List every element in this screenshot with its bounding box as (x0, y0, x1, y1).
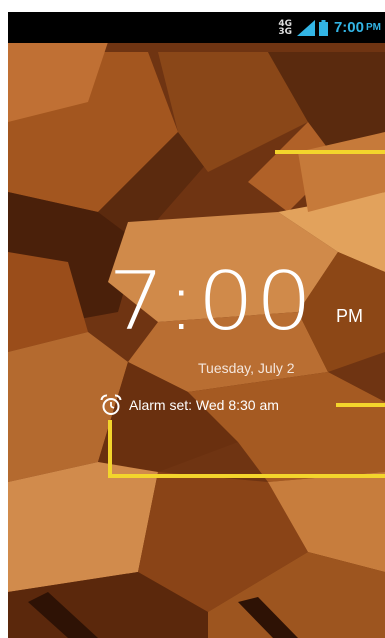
alarm-status: Alarm set: Wed 8:30 am (100, 394, 279, 416)
callout-bracket-horizontal (108, 474, 385, 478)
callout-line-alarm (336, 403, 385, 407)
status-ampm: PM (366, 22, 381, 33)
status-time: 7:00 (333, 19, 364, 36)
callout-bracket-vertical (108, 420, 112, 478)
date-label: Tuesday, July 2 (198, 360, 295, 376)
alarm-clock-icon (100, 394, 122, 415)
callout-line-time (275, 150, 385, 154)
status-bar: 4G 3G 7:00 PM (8, 12, 385, 43)
battery-icon (318, 19, 328, 36)
alarm-text: Alarm set: Wed 8:30 am (129, 397, 279, 413)
signal-icon (296, 19, 315, 36)
clock-time: 7:00 (108, 255, 314, 348)
network-type-indicator: 4G 3G (278, 18, 292, 37)
clock-ampm: PM (336, 306, 363, 326)
lock-screen: 4G 3G 7:00 PM 7:00 PM Tuesday, July 2 Al… (8, 12, 385, 638)
